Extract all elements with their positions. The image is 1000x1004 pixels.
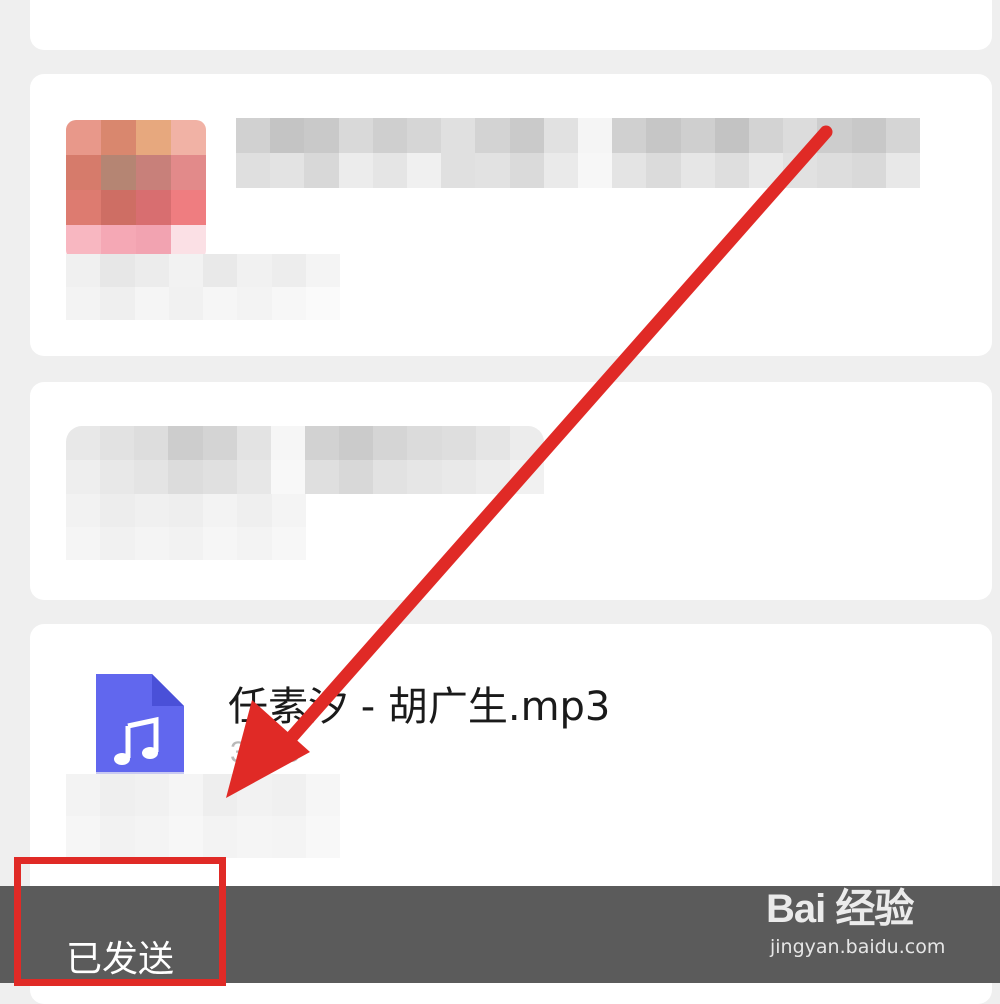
file-size: 3.MB — [230, 736, 301, 769]
chat-item-card-blurred[interactable] — [30, 382, 992, 600]
watermark-url: jingyan.baidu.com — [770, 936, 946, 958]
blurred-text-line — [66, 426, 544, 494]
annotation-highlight-box — [14, 857, 226, 986]
blurred-avatar — [66, 120, 206, 260]
chat-item-card[interactable] — [30, 0, 992, 50]
blurred-text-line — [66, 254, 340, 320]
blurred-text-line — [66, 774, 340, 858]
watermark-logo: Bai 经验 — [766, 887, 914, 931]
baidu-jingyan-watermark: Bai 经验 jingyan.baidu.com — [760, 876, 990, 966]
blurred-text-line — [66, 494, 306, 560]
blurred-text-line — [236, 118, 920, 188]
chat-item-card-blurred[interactable] — [30, 74, 992, 356]
file-name: 任素汐 - 胡广生.mp3 — [228, 684, 611, 730]
